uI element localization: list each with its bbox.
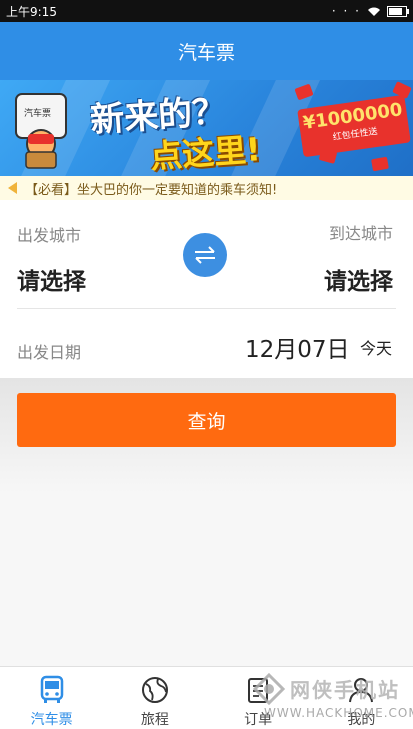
envelope-decoration-icon	[371, 156, 389, 172]
departure-date-today: 今天	[360, 339, 393, 358]
tab-bus-tickets[interactable]: 汽车票	[0, 667, 103, 729]
search-form: 出发城市 请选择 到达城市 请选择 出发日期 12月07日 今天	[0, 200, 413, 378]
mascot-sign-text: 汽车票	[24, 109, 52, 119]
query-button[interactable]: 查询	[17, 393, 396, 447]
speaker-icon	[8, 182, 17, 194]
promo-banner[interactable]: 汽车票 新来的？ 点这里! ¥1000000 红包任性送	[0, 80, 413, 176]
bus-icon	[40, 675, 63, 703]
battery-icon	[387, 5, 409, 17]
tab-label: 汽车票	[30, 712, 73, 728]
watermark-logo-icon	[252, 672, 286, 706]
watermark-url: WWW.HACKHOME.COM	[264, 706, 413, 720]
departure-date-selector[interactable]: 12月07日	[245, 330, 350, 364]
page-title: 汽车票	[177, 41, 235, 64]
departure-city-label: 出发城市	[17, 226, 82, 245]
status-time: 上午9:15	[6, 4, 57, 19]
signal-dots: · · ·	[331, 4, 361, 18]
notice-text: 【必看】坐大巴的你一定要知道的乘车须知!	[25, 182, 278, 198]
notice-bar[interactable]: 【必看】坐大巴的你一定要知道的乘车须知!	[0, 176, 413, 200]
tab-journey[interactable]: 旅程	[103, 667, 206, 729]
red-envelope-badge: ¥1000000 红包任性送	[297, 94, 411, 158]
mascot-illustration	[15, 93, 67, 169]
arrival-city-label: 到达城市	[328, 224, 393, 243]
banner-subheadline: 点这里!	[148, 130, 262, 176]
globe-icon	[141, 677, 168, 703]
top-nav-bar: 汽车票	[0, 22, 413, 80]
status-icons: · · ·	[331, 4, 409, 18]
departure-city-selector[interactable]: 请选择	[17, 262, 86, 296]
swap-cities-button[interactable]	[183, 233, 227, 277]
form-divider	[17, 308, 396, 309]
arrival-city-selector[interactable]: 请选择	[324, 262, 393, 296]
watermark-name: 网侠手机站	[290, 678, 400, 702]
swap-arrows-icon	[195, 246, 215, 264]
tab-label: 旅程	[140, 712, 169, 728]
departure-date-label: 出发日期	[17, 343, 82, 362]
wifi-icon	[368, 7, 380, 16]
status-bar: 上午9:15 · · ·	[0, 0, 413, 22]
